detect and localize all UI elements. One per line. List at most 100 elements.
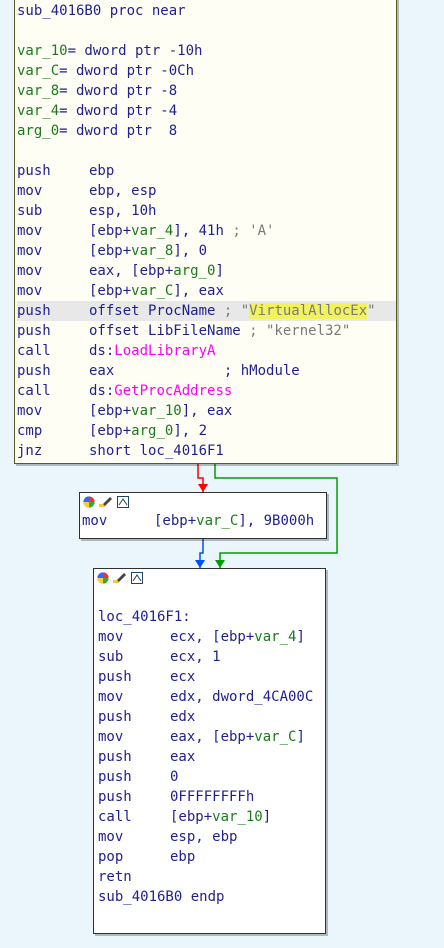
instruction-line[interactable]: mov [ebp+var_C], 9B000h [82, 511, 326, 531]
instruction-line[interactable]: push eax [98, 747, 325, 767]
operand: [ebp+var_10], eax [89, 403, 232, 419]
operand-suffix: ; hModule [223, 363, 300, 379]
comment: ; 'A' [223, 223, 275, 239]
operand: 0 [170, 769, 178, 785]
variable-name: var_4 [131, 223, 174, 239]
mnemonic: mov [17, 183, 43, 199]
mnemonic: push [98, 749, 132, 765]
padding [114, 363, 224, 379]
instruction-line[interactable]: mov [ebp+var_4], 41h ; 'A' [17, 221, 396, 241]
mnemonic: retn [98, 869, 132, 885]
mnemonic: push [98, 709, 132, 725]
comment: ; " [215, 303, 250, 319]
instruction-line[interactable]: pop ebp [98, 847, 325, 867]
mnemonic: mov [98, 729, 124, 745]
var-name: var_8 [17, 83, 60, 99]
var-def[interactable]: var_C= dword ptr -0Ch [17, 61, 396, 81]
var-type: = dword ptr 8 [59, 123, 178, 139]
operand-text: eax [170, 749, 196, 765]
instruction-line[interactable]: sub ecx, 1 [98, 647, 325, 667]
instruction-line[interactable]: push ebp [17, 161, 396, 181]
instruction-line[interactable]: jnz short loc_4016F1 [17, 441, 396, 461]
variable-name: var_C [131, 283, 174, 299]
operand: offset LibFileName ; "kernel32" [89, 323, 350, 339]
color-palette-icon[interactable] [82, 495, 96, 509]
api-name: LoadLibraryA [114, 343, 216, 359]
operand-suffix: ] [296, 629, 305, 645]
mnemonic: push [17, 163, 51, 179]
operand: [ebp+arg_0], 2 [89, 423, 207, 439]
instruction-line[interactable]: push ecx [98, 667, 325, 687]
mnemonic: call [17, 343, 51, 359]
variable-name: var_4 [254, 629, 297, 645]
var-name: arg_0 [17, 123, 60, 139]
instruction-line[interactable]: push eax ; hModule [17, 361, 396, 381]
edge-fallthrough-arrow [195, 560, 205, 568]
operand-text: ebp [170, 849, 196, 865]
operand-prefix: [ebp+ [89, 283, 132, 299]
mnemonic: pop [98, 849, 124, 865]
group-nodes-icon[interactable] [130, 571, 144, 585]
instruction-line[interactable]: sub esp, 10h [17, 201, 396, 221]
instruction-line[interactable]: mov esp, ebp [98, 827, 325, 847]
mnemonic: mov [17, 283, 43, 299]
instruction-line[interactable]: call ds:LoadLibraryA [17, 341, 396, 361]
proc-header: sub_4016B0 proc near [17, 3, 186, 19]
group-nodes-icon[interactable] [116, 495, 130, 509]
instruction-line[interactable]: mov [ebp+var_8], 0 [17, 241, 396, 261]
operand-text: edx [170, 709, 196, 725]
instruction-line[interactable]: push 0 [98, 767, 325, 787]
var-name: var_4 [17, 103, 60, 119]
operand-text: ebp [89, 163, 115, 179]
instruction-line[interactable]: mov eax, [ebp+arg_0] [17, 261, 396, 281]
instruction-line[interactable]: push offset ProcName ; "VirtualAllocEx" [17, 301, 396, 321]
var-def[interactable]: var_8= dword ptr -8 [17, 81, 396, 101]
instruction-line[interactable]: call [ebp+var_10] [98, 807, 325, 827]
instruction-line[interactable]: mov edx, dword_4CA00C [98, 687, 325, 707]
instruction-line[interactable]: cmp [ebp+arg_0], 2 [17, 421, 396, 441]
operand-text: ebp, esp [89, 183, 157, 199]
operand: offset ProcName ; "VirtualAllocEx" [89, 303, 376, 319]
var-type: = dword ptr -10h [67, 43, 203, 59]
mnemonic: call [17, 383, 51, 399]
var-def[interactable]: var_10= dword ptr -10h [17, 41, 396, 61]
mnemonic: push [17, 303, 51, 319]
operand-prefix: [ebp+ [89, 243, 132, 259]
operand-suffix: ], 9B000h [238, 513, 315, 529]
graph-node-entry[interactable]: sub_4016B0 proc near var_10= dword ptr -… [14, 0, 397, 464]
graph-node-loc[interactable]: loc_4016F1: mov ecx, [ebp+var_4] sub ecx, 1… [93, 568, 326, 934]
operand-prefix: eax, [ebp+ [89, 263, 174, 279]
graph-node-assign[interactable]: mov [ebp+var_C], 9B000h [79, 492, 327, 539]
operand: ecx, [ebp+var_4] [170, 629, 305, 645]
instruction-line[interactable]: mov ecx, [ebp+var_4] [98, 627, 325, 647]
instruction-line[interactable]: mov eax, [ebp+var_C] [98, 727, 325, 747]
mnemonic: mov [17, 223, 43, 239]
node-header [80, 493, 326, 511]
operand: [ebp+var_8], 0 [89, 243, 207, 259]
instruction-line[interactable]: mov [ebp+var_10], eax [17, 401, 396, 421]
operand: ebp [170, 849, 195, 865]
operand-suffix: ], 0 [173, 243, 208, 259]
instruction-line[interactable]: mov [ebp+var_C], eax [17, 281, 396, 301]
mnemonic: push [98, 789, 132, 805]
instruction-line[interactable]: push offset LibFileName ; "kernel32" [17, 321, 396, 341]
edge-true-arrow [215, 560, 225, 568]
operand-suffix: ] [215, 263, 224, 279]
var-def[interactable]: var_4= dword ptr -4 [17, 101, 396, 121]
instruction-line[interactable]: push edx [98, 707, 325, 727]
operand: esp, 10h [89, 203, 156, 219]
mnemonic: push [17, 363, 51, 379]
color-palette-icon[interactable] [96, 571, 110, 585]
instruction-line[interactable]: retn [98, 867, 325, 887]
operand-text: esp, 10h [89, 203, 157, 219]
instruction-line[interactable]: push 0FFFFFFFFh [98, 787, 325, 807]
rename-icon[interactable] [113, 571, 127, 585]
mnemonic: sub [98, 649, 124, 665]
mnemonic: sub [17, 203, 43, 219]
instruction-line[interactable]: mov ebp, esp [17, 181, 396, 201]
operand-text: 0 [170, 769, 179, 785]
var-def[interactable]: arg_0= dword ptr 8 [17, 121, 396, 141]
mnemonic: push [17, 323, 51, 339]
rename-icon[interactable] [99, 495, 113, 509]
instruction-line[interactable]: call ds:GetProcAddress [17, 381, 396, 401]
